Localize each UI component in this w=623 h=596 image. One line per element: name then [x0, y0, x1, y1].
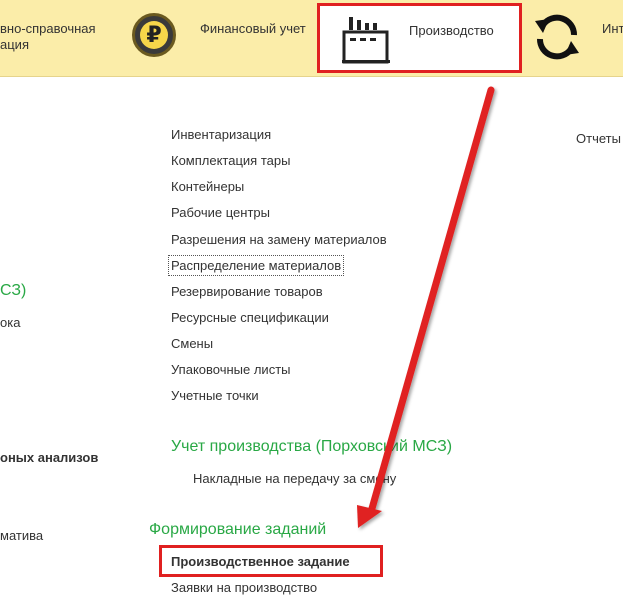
menu-item-material-distribution[interactable]: Распределение материалов	[168, 255, 345, 276]
group-title-production-accounting: Учет производства (Порховский МСЗ)	[171, 438, 453, 455]
menu-item-containers[interactable]: Контейнеры	[171, 179, 244, 195]
left-link-mativa[interactable]: матива	[0, 528, 43, 544]
menu-item-production-task[interactable]: Производственное задание	[171, 554, 350, 570]
section-production-label: Производство	[409, 23, 494, 38]
section-production[interactable]: Производство	[317, 3, 522, 73]
sections-panel: вно-справочная ация ₽ Финансовый учет Пр…	[0, 0, 623, 77]
left-group-title-mcz: СЗ)	[0, 282, 27, 299]
section-normative-label-line1: вно-справочная	[0, 21, 96, 36]
sync-arrows-icon[interactable]	[531, 11, 583, 63]
left-link-analyses[interactable]: оных анализов	[0, 450, 98, 466]
menu-item-packing-lists[interactable]: Упаковочные листы	[171, 362, 291, 378]
menu-item-work-centers[interactable]: Рабочие центры	[171, 205, 270, 221]
menu-item-production-requests[interactable]: Заявки на производство	[171, 580, 317, 596]
section-normative-label-line2: ация	[0, 37, 29, 52]
menu-item-accounting-points[interactable]: Учетные точки	[171, 388, 259, 404]
section-normative[interactable]: вно-справочная ация	[0, 21, 96, 53]
ruble-icon[interactable]: ₽	[132, 13, 176, 57]
section-finance[interactable]: Финансовый учет	[200, 21, 306, 37]
menu-item-inventory[interactable]: Инвентаризация	[171, 127, 271, 143]
reports-link[interactable]: Отчеты	[576, 131, 621, 147]
group-title-task-formation: Формирование заданий	[149, 521, 327, 538]
menu-item-goods-reservation[interactable]: Резервирование товаров	[171, 284, 323, 300]
menu-item-resource-specs[interactable]: Ресурсные спецификации	[171, 310, 329, 326]
menu-item-shifts[interactable]: Смены	[171, 336, 213, 352]
factory-icon	[340, 14, 392, 66]
menu-item-container-packing[interactable]: Комплектация тары	[171, 153, 290, 169]
menu-item-shift-waybills[interactable]: Накладные на передачу за смену	[193, 471, 396, 487]
left-link-oka[interactable]: ока	[0, 315, 20, 331]
section-integration[interactable]: Инт	[602, 21, 623, 37]
menu-item-material-replacement[interactable]: Разрешения на замену материалов	[171, 232, 387, 248]
